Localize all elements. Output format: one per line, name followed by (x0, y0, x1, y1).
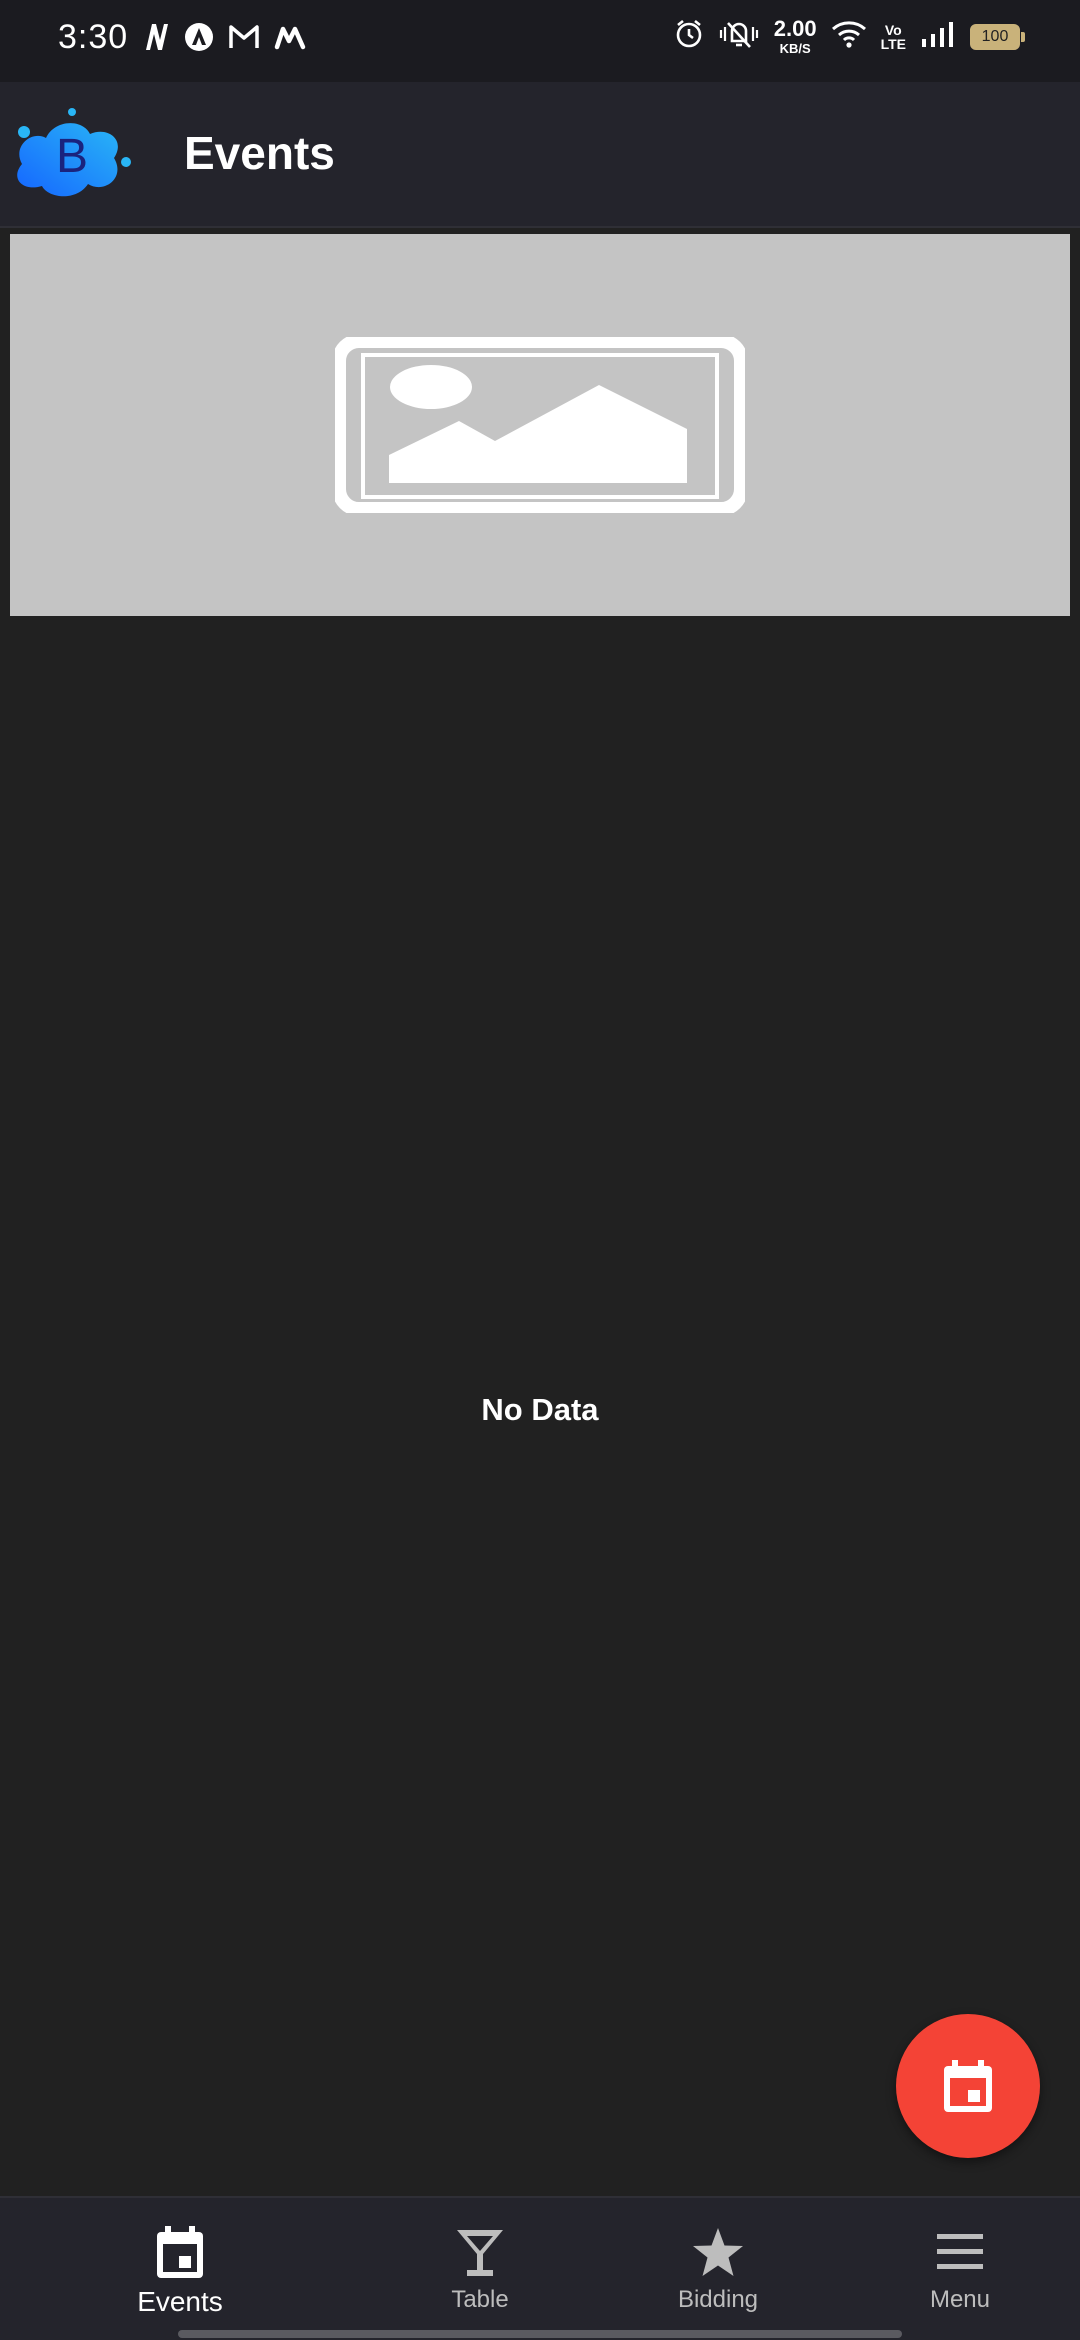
status-bar: 3:30 2.00 KB/S Vo LTE 100 (0, 0, 1080, 82)
network-speed-unit: KB/S (779, 41, 811, 56)
nav-label-bidding: Bidding (677, 2286, 759, 2313)
m-icon (274, 22, 306, 52)
app-bar: B Events (0, 82, 1080, 228)
calendar-icon (155, 2224, 205, 2280)
cocktail-icon (455, 2224, 505, 2280)
volte-line2: LTE (880, 35, 906, 52)
a-icon (184, 22, 214, 52)
menu-icon (935, 2224, 985, 2280)
battery-icon: 100 (970, 23, 1025, 50)
n-icon (142, 22, 170, 52)
signal-icon (920, 19, 956, 54)
nav-label-menu: Menu (929, 2286, 991, 2313)
nav-item-table[interactable]: Table (380, 2198, 580, 2340)
alarm-icon (674, 19, 704, 54)
events-screen: 3:30 2.00 KB/S Vo LTE 100 B Events No Da… (0, 0, 1080, 2340)
nav-label-events: Events (137, 2286, 223, 2317)
calendar-icon (944, 2060, 992, 2112)
image-placeholder-icon (335, 337, 745, 513)
star-icon (691, 2224, 745, 2280)
add-event-fab[interactable] (896, 2014, 1040, 2158)
empty-state-text: No Data (481, 1392, 599, 1427)
notification-icons (142, 22, 306, 52)
app-logo: B (17, 108, 131, 197)
network-speed-value: 2.00 (773, 16, 817, 41)
app-logo-letter: B (56, 130, 88, 183)
battery-level: 100 (981, 27, 1009, 45)
bottom-navigation: Events Table Bidding Menu (0, 2196, 1080, 2340)
event-banner[interactable] (10, 234, 1070, 616)
volte-line1: Vo (884, 21, 902, 38)
status-time: 3:30 (58, 18, 129, 56)
nav-item-events[interactable]: Events (80, 2198, 280, 2340)
volte-indicator: Vo LTE (881, 23, 906, 51)
gesture-bar[interactable] (178, 2330, 902, 2338)
nav-item-menu[interactable]: Menu (860, 2198, 1060, 2340)
nav-item-bidding[interactable]: Bidding (618, 2198, 818, 2340)
page-title: Events (184, 127, 335, 179)
gmail-icon (228, 22, 260, 52)
wifi-icon (831, 19, 867, 54)
vibrate-off-icon (718, 19, 760, 54)
network-speed: 2.00 KB/S (773, 16, 817, 56)
status-right-icons: 2.00 KB/S Vo LTE 100 (674, 16, 1025, 56)
nav-label-table: Table (451, 2286, 509, 2313)
